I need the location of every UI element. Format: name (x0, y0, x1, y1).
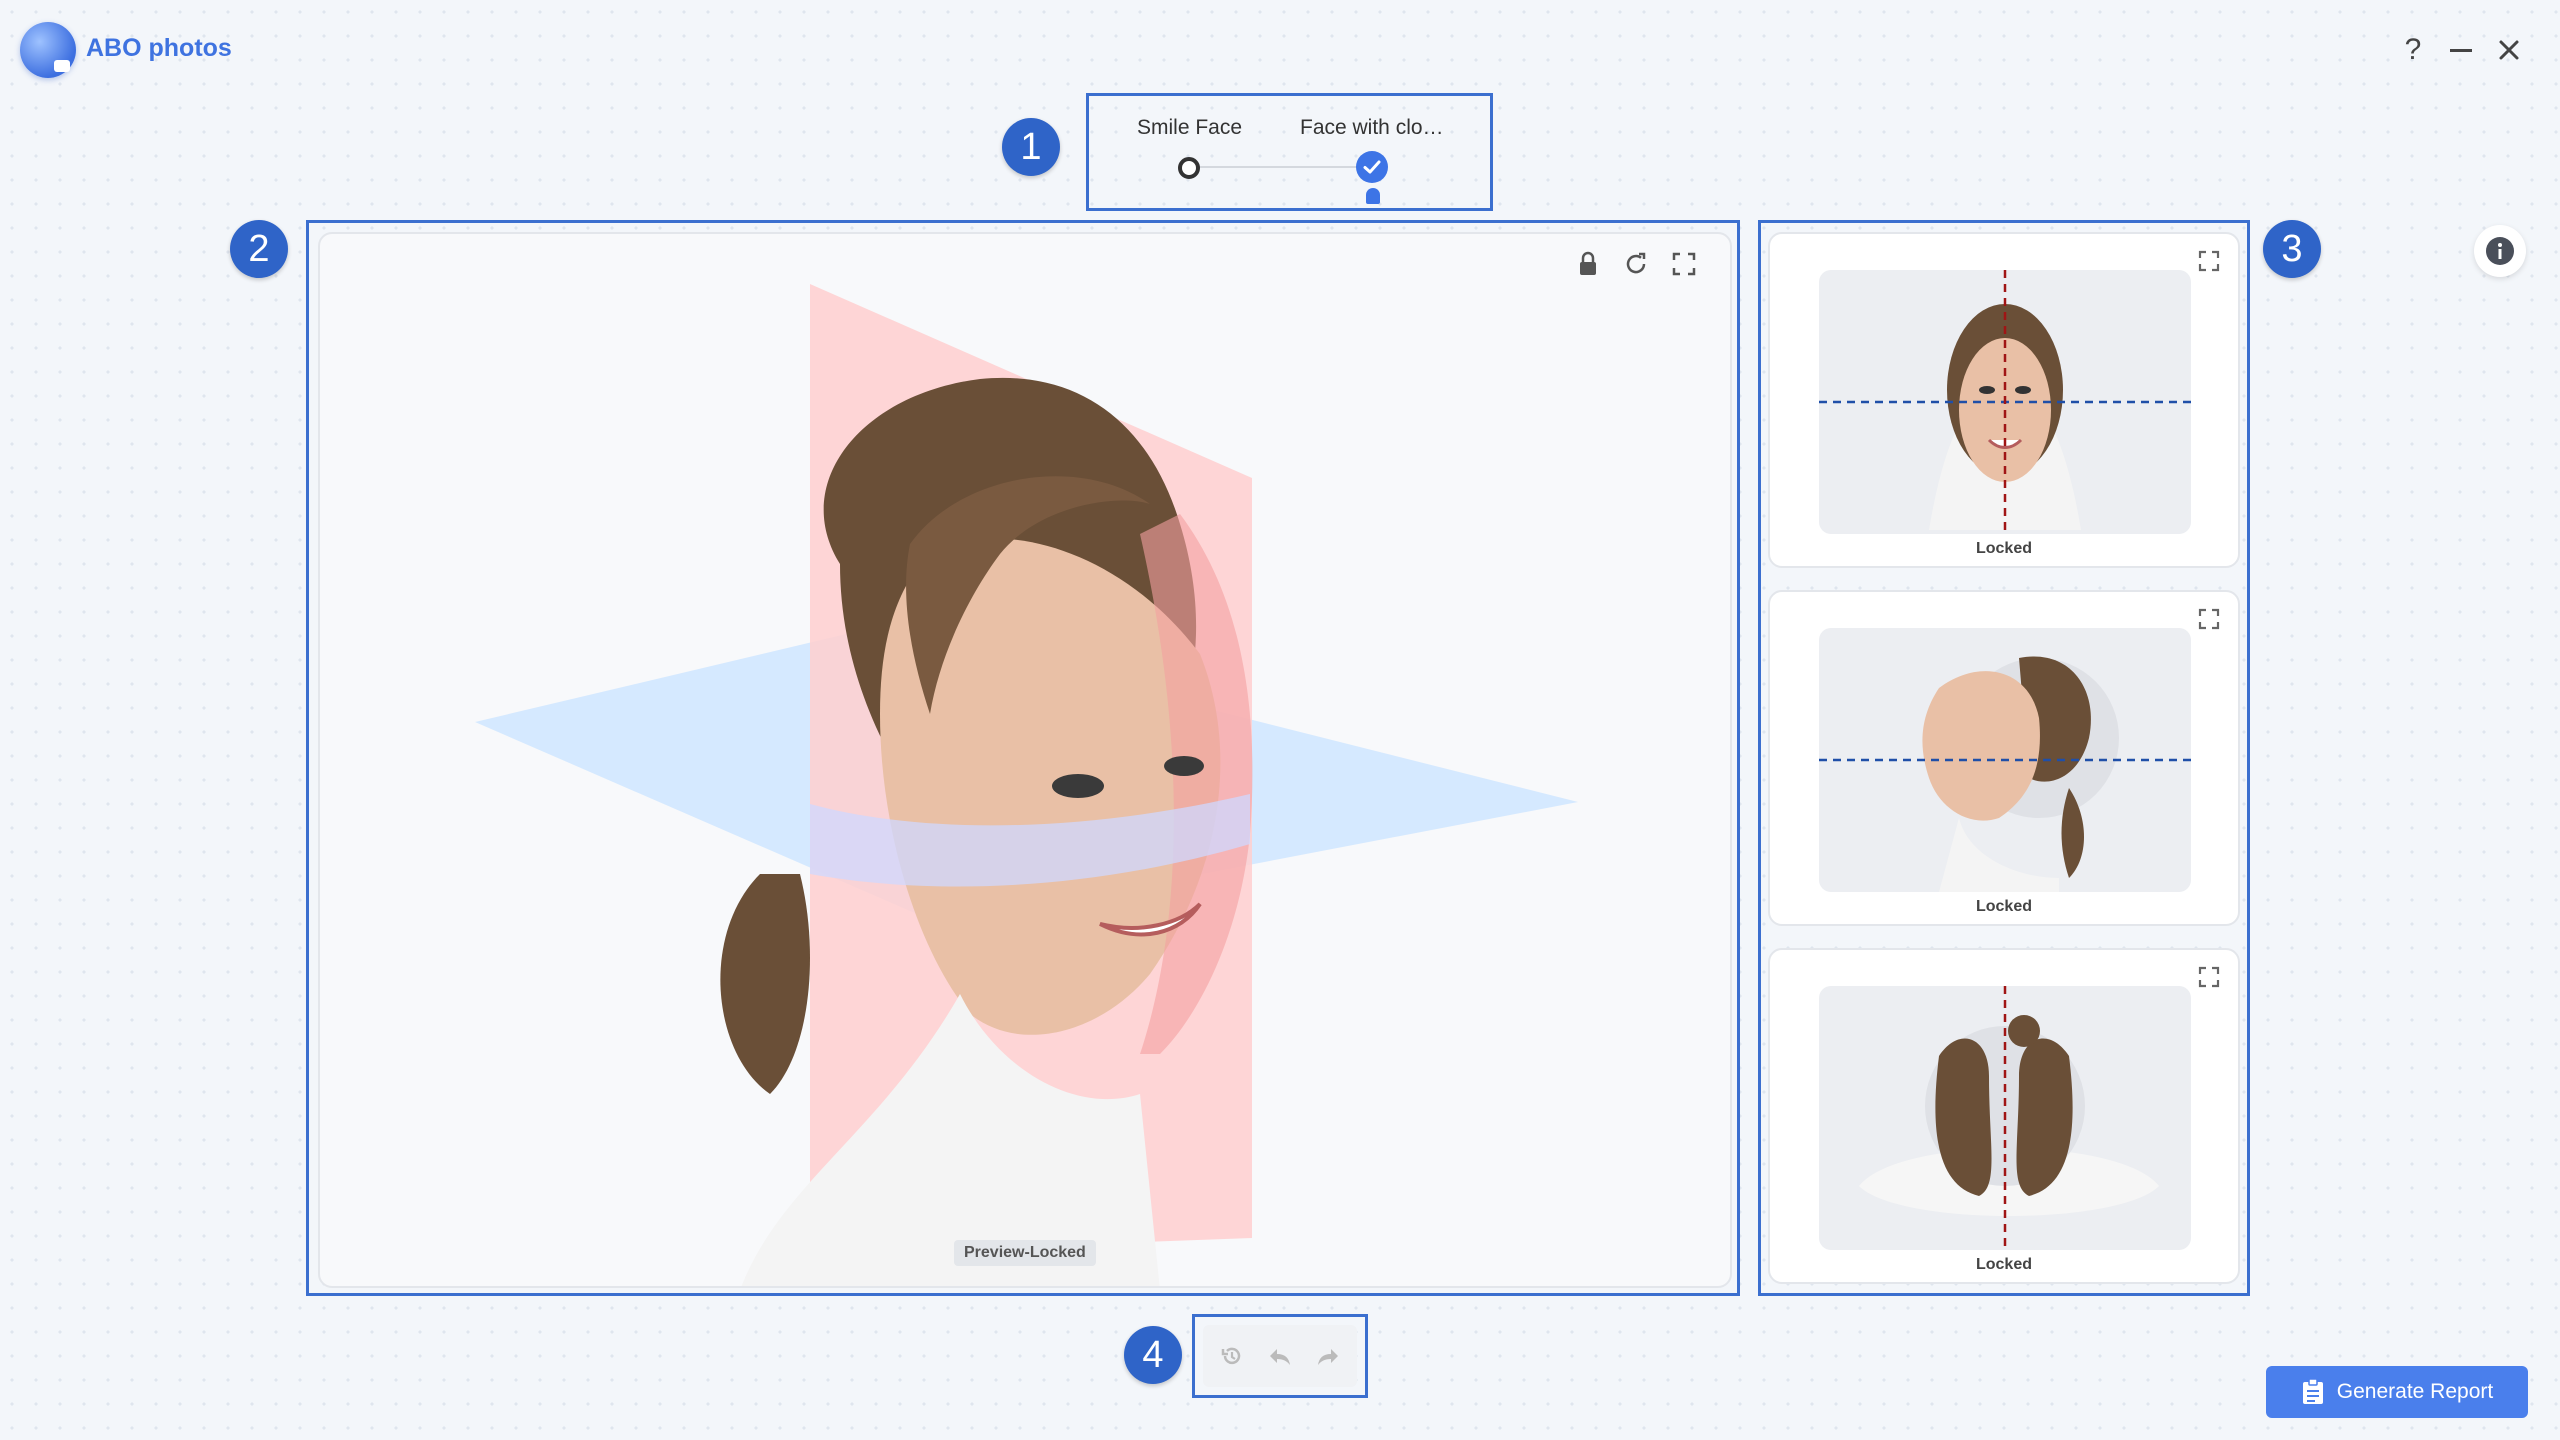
help-button[interactable]: ? (2393, 30, 2433, 70)
preview-status-badge: Preview-Locked (954, 1240, 1096, 1266)
annotation-badge-4: 4 (1124, 1326, 1182, 1384)
annotation-badge-2: 2 (230, 220, 288, 278)
thumbnail-frontal-view[interactable]: Locked (1768, 232, 2240, 568)
fullscreen-button[interactable] (1668, 248, 1700, 280)
app-logo (20, 22, 76, 78)
history-button[interactable] (1217, 1341, 1247, 1371)
annotation-badge-1: 1 (1002, 118, 1060, 176)
main-3d-viewport[interactable]: Preview-Locked (318, 232, 1732, 1288)
undo-button[interactable] (1265, 1341, 1295, 1371)
frontal-view-image (1819, 270, 2191, 534)
undo-icon (1270, 1349, 1290, 1365)
stage-selector: Smile Face Face with clo… (1086, 93, 1493, 211)
generate-report-label: Generate Report (2336, 1380, 2494, 1403)
lock-toggle-button[interactable] (1572, 248, 1604, 280)
app-title: ABO photos (86, 34, 232, 62)
minimize-button[interactable] (2441, 30, 2481, 70)
report-icon (2302, 1378, 2323, 1404)
frontal-view-status: Locked (1975, 540, 2032, 557)
redo-button[interactable] (1313, 1341, 1343, 1371)
close-icon (2499, 40, 2519, 60)
thumbnail-top-view[interactable]: Locked (1768, 948, 2240, 1284)
top-view-image (1819, 986, 2191, 1250)
profile-view-image (1819, 628, 2191, 892)
fullscreen-icon (1672, 252, 1696, 276)
history-icon (1221, 1347, 1241, 1365)
thumbnail-profile-view[interactable]: Locked (1768, 590, 2240, 926)
close-button[interactable] (2489, 30, 2529, 70)
stage-label-face-with-closed[interactable]: Face with clo… (1300, 116, 1444, 140)
reset-icon (1626, 252, 1646, 274)
3d-face-model[interactable] (320, 234, 1732, 1288)
redo-icon (1318, 1349, 1338, 1365)
expand-frontal-button[interactable] (2196, 248, 2222, 274)
stage-checked-face-with-closed[interactable] (1356, 151, 1388, 183)
lock-icon (1580, 251, 1596, 275)
expand-icon (2198, 250, 2220, 272)
current-stage-marker (1366, 188, 1380, 204)
check-icon (1363, 160, 1381, 174)
expand-icon (2198, 608, 2220, 630)
reset-view-button[interactable] (1620, 248, 1652, 280)
stage-dot-smile-face[interactable] (1178, 157, 1200, 179)
stage-label-smile-face[interactable]: Smile Face (1137, 116, 1242, 140)
profile-view-status: Locked (1975, 898, 2032, 915)
expand-profile-button[interactable] (2196, 606, 2222, 632)
info-icon (2486, 237, 2514, 265)
stage-track (1189, 166, 1365, 168)
minimize-icon (2450, 48, 2472, 52)
expand-icon (2198, 966, 2220, 988)
info-button[interactable] (2474, 225, 2526, 277)
generate-report-button[interactable]: Generate Report (2266, 1366, 2528, 1418)
annotation-badge-3: 3 (2263, 220, 2321, 278)
expand-top-button[interactable] (2196, 964, 2222, 990)
history-toolbar (1192, 1314, 1368, 1398)
top-view-status: Locked (1975, 1256, 2032, 1273)
